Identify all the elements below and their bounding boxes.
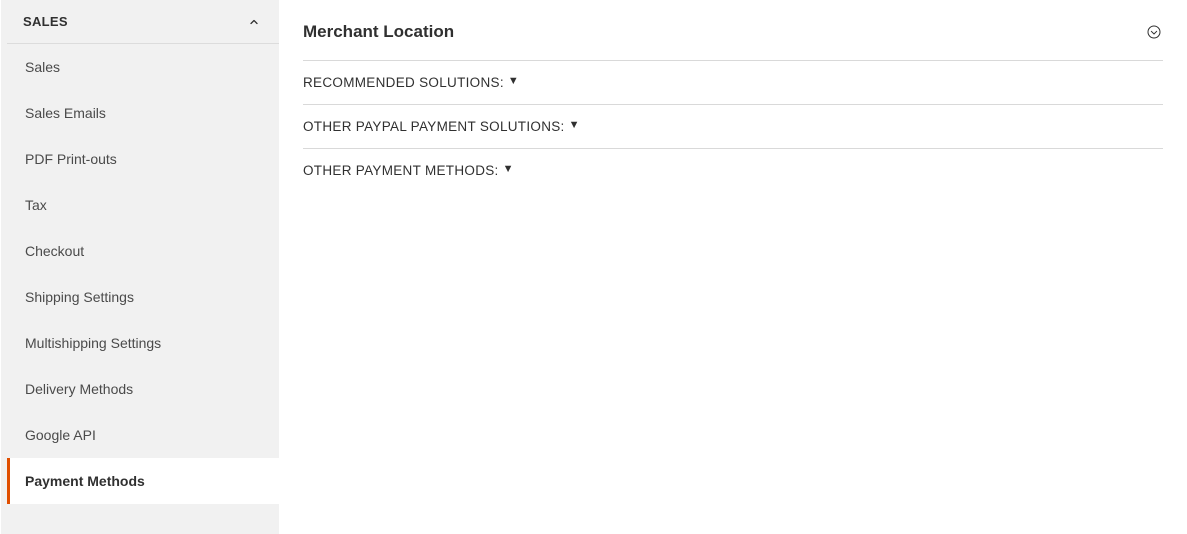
sidebar-item-label: Google API <box>25 427 96 443</box>
sidebar-section-header-sales[interactable]: SALES <box>7 0 279 44</box>
section-recommended-solutions[interactable]: RECOMMENDED SOLUTIONS: ▼ <box>303 61 1163 105</box>
section-title: Merchant Location <box>303 22 454 42</box>
section-merchant-location[interactable]: Merchant Location <box>303 16 1163 61</box>
triangle-down-icon: ▼ <box>569 120 580 131</box>
section-other-payment-methods[interactable]: OTHER PAYMENT METHODS: ▼ <box>303 149 1163 192</box>
sidebar-list: Sales Sales Emails PDF Print-outs Tax Ch… <box>7 44 279 504</box>
sidebar-item-label: Shipping Settings <box>25 289 134 305</box>
sidebar-item-shipping-settings[interactable]: Shipping Settings <box>7 274 279 320</box>
sidebar-item-label: Tax <box>25 197 47 213</box>
sidebar-item-tax[interactable]: Tax <box>7 182 279 228</box>
chevron-up-icon <box>247 15 261 29</box>
sidebar-item-sales[interactable]: Sales <box>7 44 279 90</box>
triangle-down-icon: ▼ <box>503 164 514 175</box>
section-label: OTHER PAYPAL PAYMENT SOLUTIONS: <box>303 119 565 134</box>
sidebar: SALES Sales Sales Emails PDF Print-outs … <box>0 0 279 534</box>
sidebar-item-delivery-methods[interactable]: Delivery Methods <box>7 366 279 412</box>
sidebar-item-multishipping-settings[interactable]: Multishipping Settings <box>7 320 279 366</box>
section-other-paypal-solutions[interactable]: OTHER PAYPAL PAYMENT SOLUTIONS: ▼ <box>303 105 1163 149</box>
sidebar-item-checkout[interactable]: Checkout <box>7 228 279 274</box>
sidebar-item-label: Sales Emails <box>25 105 106 121</box>
section-label: RECOMMENDED SOLUTIONS: <box>303 75 504 90</box>
sidebar-item-google-api[interactable]: Google API <box>7 412 279 458</box>
main-content: Merchant Location RECOMMENDED SOLUTIONS:… <box>279 0 1187 534</box>
sidebar-item-label: Delivery Methods <box>25 381 133 397</box>
sidebar-item-label: Multishipping Settings <box>25 335 161 351</box>
expand-circle-icon <box>1145 23 1163 41</box>
sidebar-item-label: Sales <box>25 59 60 75</box>
sidebar-item-label: PDF Print-outs <box>25 151 117 167</box>
section-label: OTHER PAYMENT METHODS: <box>303 163 499 178</box>
sidebar-item-pdf-print-outs[interactable]: PDF Print-outs <box>7 136 279 182</box>
sidebar-item-label: Checkout <box>25 243 84 259</box>
sidebar-item-label: Payment Methods <box>25 473 145 489</box>
triangle-down-icon: ▼ <box>508 76 519 87</box>
sidebar-item-sales-emails[interactable]: Sales Emails <box>7 90 279 136</box>
sidebar-item-payment-methods[interactable]: Payment Methods <box>7 458 279 504</box>
sidebar-section-title: SALES <box>23 14 68 29</box>
